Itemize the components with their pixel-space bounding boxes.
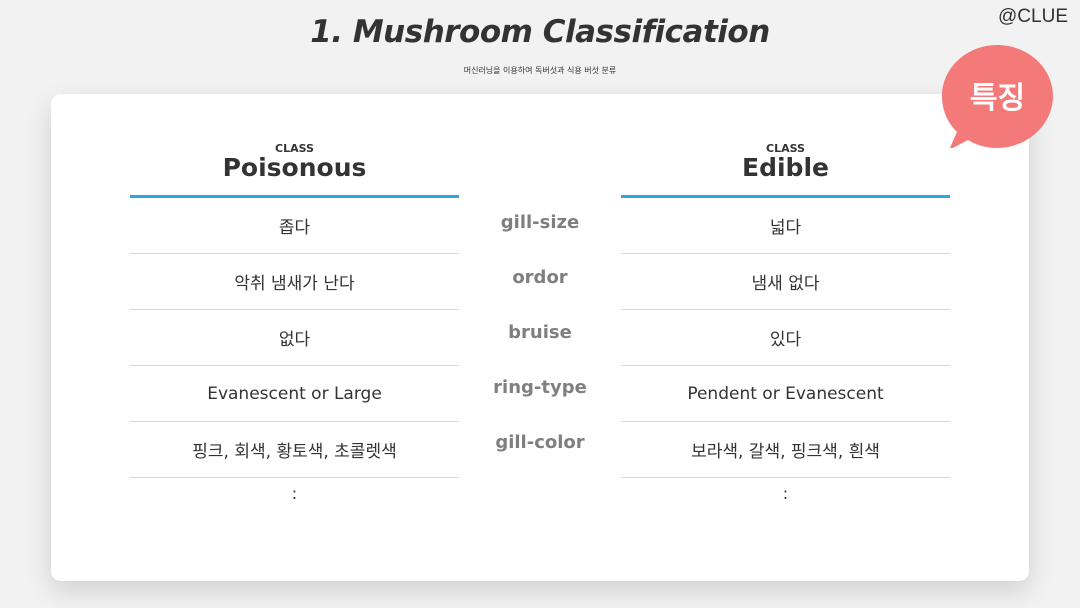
feature-gill-size: gill-size — [500, 212, 580, 233]
poisonous-value-ring-type: Evanescent or Large — [130, 366, 459, 422]
comparison-card: CLASS Poisonous 좁다 악취 냄새가 난다 없다 Evanesce… — [51, 94, 1029, 581]
edible-value-gill-size: 넓다 — [621, 198, 950, 254]
poisonous-value-gill-size: 좁다 — [130, 198, 459, 254]
poisonous-value-gill-color: 핑크, 회색, 황토색, 초콜렛색 — [130, 422, 459, 478]
feature-ordor: ordor — [512, 267, 568, 288]
poisonous-more: : — [291, 484, 298, 503]
badge-label: 특징 — [969, 81, 1026, 116]
edible-value-ring-type: Pendent or Evanescent — [621, 366, 950, 422]
poisonous-value-bruise: 없다 — [130, 310, 459, 366]
poisonous-value-ordor: 악취 냄새가 난다 — [130, 254, 459, 310]
edible-header: CLASS Edible — [621, 94, 950, 198]
poisonous-header: CLASS Poisonous — [130, 94, 459, 198]
slide-subtitle: 머신러닝을 이용하여 독버섯과 식용 버섯 분류 — [463, 66, 617, 75]
feature-gill-color: gill-color — [495, 432, 585, 453]
slide-title: 1. Mushroom Classification — [310, 14, 770, 50]
feature-ring-type: ring-type — [493, 377, 587, 398]
edible-value-gill-color: 보라색, 갈색, 핑크색, 흰색 — [621, 422, 950, 478]
edible-class-name: Edible — [742, 153, 829, 182]
brand-label: @CLUE — [998, 6, 1068, 27]
edible-value-ordor: 냄새 없다 — [621, 254, 950, 310]
edible-more: : — [782, 484, 789, 503]
poisonous-class-name: Poisonous — [222, 153, 367, 182]
feature-bruise: bruise — [508, 322, 572, 343]
edible-value-bruise: 있다 — [621, 310, 950, 366]
